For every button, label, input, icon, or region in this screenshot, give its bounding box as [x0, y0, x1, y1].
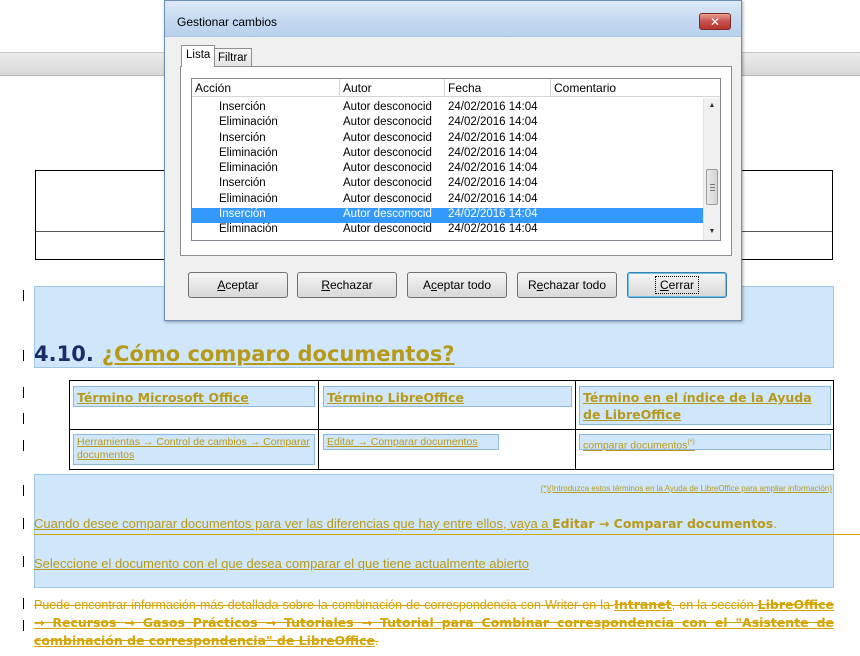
list-row[interactable]: Inserción Autor desconocid 24/02/2016 14:0… [192, 132, 703, 147]
close-icon: ✕ [709, 14, 721, 29]
paragraph-compare: Cuando desee comparar documentos para ve… [34, 516, 777, 531]
cell-date: 24/02/2016 14:04 [448, 208, 538, 221]
terms-table: Término Microsoft Office Término LibreOf… [69, 380, 834, 470]
changes-list[interactable]: Acción Autor Fecha Comentario Inserción A… [191, 78, 721, 241]
margin-marker [23, 620, 24, 631]
cell-author: Autor desconocid [343, 162, 432, 175]
tab-panel-lista: Acción Autor Fecha Comentario Inserción A… [180, 66, 732, 256]
cell-date: 24/02/2016 14:04 [448, 192, 538, 205]
cell-author: Autor desconocid [343, 116, 432, 129]
cell-author: Autor desconocid [343, 223, 432, 236]
margin-marker [23, 350, 24, 361]
list-row[interactable]: Eliminación Autor desconocid 24/02/2016 14… [192, 162, 703, 177]
table-header-libreoffice[interactable]: Término LibreOffice [323, 386, 572, 407]
margin-marker [23, 485, 24, 496]
cell-date: 24/02/2016 14:04 [448, 223, 538, 236]
column-header-author[interactable]: Autor [340, 79, 445, 97]
cell-date: 24/02/2016 14:04 [448, 177, 538, 190]
table-cell-libreoffice[interactable]: Editar → Comparar documentos [323, 434, 499, 450]
scroll-thumb[interactable] [706, 169, 718, 205]
cell-action: Eliminación [219, 192, 278, 205]
menu-path-compare[interactable]: Editar → Comparar documentos [552, 516, 773, 531]
close-button[interactable]: Cerrar [627, 272, 727, 298]
list-row[interactable]: Inserción Autor desconocid 24/02/2016 14:0… [192, 101, 703, 116]
cell-author: Autor desconocid [343, 146, 432, 159]
cell-date: 24/02/2016 14:04 [448, 101, 538, 113]
margin-marker [23, 387, 24, 398]
table-header-ms-office[interactable]: Término Microsoft Office [73, 386, 315, 407]
column-header-date[interactable]: Fecha [445, 79, 551, 97]
cell-action: Eliminación [219, 116, 278, 129]
section-title-link[interactable]: ¿Cómo comparo documentos? [102, 342, 455, 366]
column-header-comment[interactable]: Comentario [551, 79, 720, 97]
table-cell-ms-office[interactable]: Herramientas → Control de cambios → Comp… [73, 434, 315, 465]
margin-marker [23, 518, 24, 529]
list-row[interactable]: Eliminación Autor desconocid 24/02/2016 14… [192, 223, 703, 238]
dialog-title: Gestionar cambios [177, 15, 278, 29]
cell-author: Autor desconocid [343, 101, 432, 113]
cell-date: 24/02/2016 14:04 [448, 146, 538, 159]
table-header-help-index[interactable]: Término en el índice de la Ayuda de Libr… [579, 386, 831, 425]
tab-filtrar[interactable]: Filtrar [213, 48, 253, 67]
cell-author: Autor desconocid [343, 177, 432, 190]
reject-all-button[interactable]: Rechazar todo [517, 272, 617, 298]
paragraph-select-document: Seleccione el documento con el que desea… [34, 556, 530, 571]
cell-author: Autor desconocid [343, 192, 432, 205]
list-rows: Inserción Autor desconocid 24/02/2016 14:0… [192, 101, 703, 239]
cell-action: Eliminación [219, 146, 278, 159]
close-window-button[interactable]: ✕ [699, 13, 731, 30]
vertical-scrollbar[interactable]: ▲ ▼ [703, 98, 720, 240]
section-number: 4.10. [34, 342, 94, 366]
cell-action: Eliminación [219, 223, 278, 236]
list-row[interactable]: Inserción Autor desconocid 24/02/2016 14:0… [192, 177, 703, 192]
cell-date: 24/02/2016 14:04 [448, 162, 538, 175]
cell-author: Autor desconocid [343, 208, 432, 221]
table-cell-help-index[interactable]: comparar documentos(*) [579, 434, 831, 452]
intranet-link[interactable]: Intranet [614, 597, 671, 612]
scroll-down-arrow-icon[interactable]: ▼ [704, 224, 720, 240]
tab-lista[interactable]: Lista [181, 45, 216, 67]
list-row[interactable]: Inserción Autor desconocid 24/02/2016 14:0… [192, 208, 703, 224]
list-row[interactable]: Eliminación Autor desconocid 24/02/2016 14… [192, 193, 703, 208]
dialog-titlebar[interactable]: Gestionar cambios ✕ [165, 1, 741, 37]
list-row[interactable]: Eliminación Autor desconocid 24/02/2016 14… [192, 147, 703, 162]
help-note: (*)(Introduzca estos términos en la Ayud… [540, 484, 832, 493]
cell-action: Inserción [219, 131, 266, 144]
cell-date: 24/02/2016 14:04 [448, 116, 538, 129]
list-row[interactable]: Eliminación Autor desconocid 24/02/2016 14… [192, 116, 703, 131]
margin-marker [23, 598, 24, 609]
cell-action: Inserción [219, 101, 266, 113]
section-heading: 4.10. ¿Cómo comparo documentos? [34, 342, 455, 370]
margin-marker [23, 440, 24, 451]
cell-date: 24/02/2016 14:04 [448, 131, 538, 144]
reject-button[interactable]: Rechazar [297, 272, 397, 298]
cell-action: Inserción [219, 177, 266, 190]
scroll-up-arrow-icon[interactable]: ▲ [704, 98, 720, 114]
paragraph-deleted-mailmerge: Puede encontrar información más detallad… [34, 597, 834, 648]
cell-action: Eliminación [219, 162, 278, 175]
margin-marker [23, 413, 24, 424]
margin-marker [23, 290, 24, 301]
accept-button[interactable]: Aceptar [188, 272, 288, 298]
column-header-action[interactable]: Acción [192, 79, 340, 97]
margin-marker [23, 556, 24, 567]
accept-all-button[interactable]: Aceptar todo [407, 272, 507, 298]
tracked-change-line [34, 534, 860, 535]
cell-author: Autor desconocid [343, 131, 432, 144]
list-header: Acción Autor Fecha Comentario [192, 79, 720, 97]
cell-action: Inserción [219, 208, 266, 221]
manage-changes-dialog: Gestionar cambios ✕ Lista Filtrar Acción… [164, 0, 742, 321]
